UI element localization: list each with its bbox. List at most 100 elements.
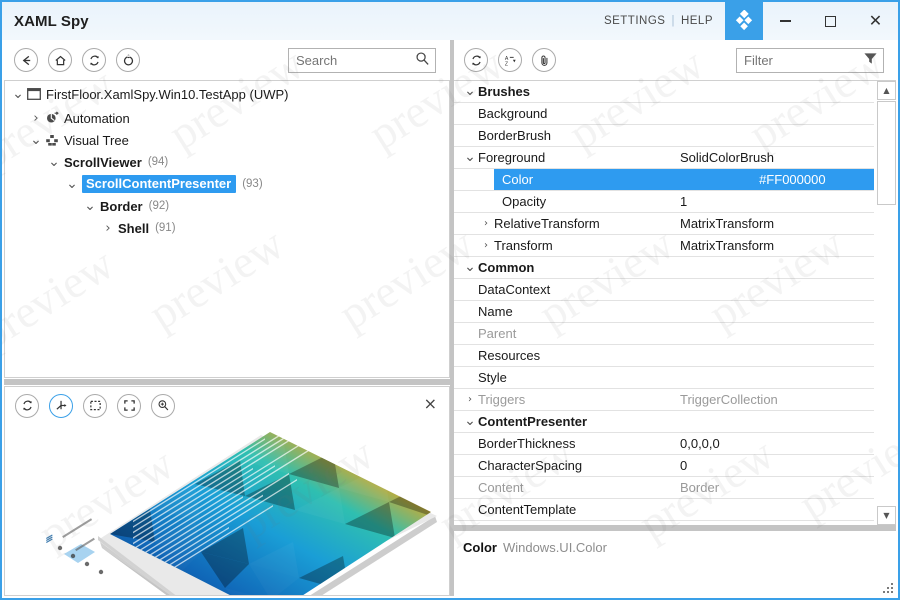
filter-box bbox=[736, 47, 884, 73]
chevron-right-icon[interactable]: › bbox=[29, 111, 43, 126]
home-button[interactable] bbox=[48, 48, 72, 72]
tree-node-automation[interactable]: › Automation bbox=[5, 107, 449, 129]
target-icon bbox=[123, 54, 133, 66]
refresh-icon bbox=[89, 55, 99, 65]
chevron-down-icon[interactable]: ⌄ bbox=[462, 414, 478, 428]
tree-node-firstfloorxamlspywin10testapp[interactable]: ⌄ FirstFloor.XamlSpy.Win10.TestApp (UWP) bbox=[5, 81, 449, 107]
title-menu: SETTINGS | HELP bbox=[604, 2, 725, 40]
isometric-app-render bbox=[46, 432, 437, 595]
chevron-down-icon[interactable]: ⌄ bbox=[29, 133, 43, 147]
property-row[interactable]: BorderBrush bbox=[454, 125, 874, 147]
property-row[interactable]: Name bbox=[454, 301, 874, 323]
property-row[interactable]: Style bbox=[454, 367, 874, 389]
properties-grid[interactable]: ⌄ Brushes Background BorderBrush ⌄ Foreground… bbox=[454, 80, 896, 525]
property-row[interactable]: › RelativeTransform MatrixTransform bbox=[454, 213, 874, 235]
close-button[interactable]: ✕ bbox=[853, 2, 898, 40]
svg-text:Z: Z bbox=[504, 61, 507, 67]
property-row[interactable]: ⌄ Foreground SolidColorBrush bbox=[454, 147, 874, 169]
property-row[interactable]: ⌄ ContentPresenter bbox=[454, 411, 874, 433]
preview-canvas[interactable] bbox=[5, 424, 449, 595]
visual-tree[interactable]: ⌄ FirstFloor.XamlSpy.Win10.TestApp (UWP) ›… bbox=[4, 80, 450, 378]
props-attach-button[interactable] bbox=[532, 48, 556, 72]
tree-node-label: ScrollContentPresenter bbox=[82, 175, 237, 193]
chevron-right-icon[interactable]: › bbox=[462, 394, 478, 405]
property-row[interactable]: Content Border bbox=[454, 477, 874, 499]
maximize-button[interactable] bbox=[808, 2, 853, 40]
xaml-spy-logo-icon bbox=[725, 2, 763, 40]
tree-node-scrollcontentpresenter[interactable]: ⌄ ScrollContentPresenter (93) bbox=[5, 173, 449, 195]
scrollbar-thumb[interactable] bbox=[877, 101, 896, 205]
props-sort-button[interactable]: A Z bbox=[498, 48, 522, 72]
property-value: MatrixTransform bbox=[680, 238, 775, 253]
property-value: SolidColorBrush bbox=[680, 150, 774, 165]
property-row[interactable]: ⌄ Common bbox=[454, 257, 874, 279]
scroll-down-button[interactable]: ▼ bbox=[877, 506, 896, 525]
title-bar-right: SETTINGS | HELP ✕ bbox=[604, 2, 898, 40]
preview-select-button[interactable] bbox=[83, 393, 107, 418]
preview-close-button[interactable]: × bbox=[424, 396, 437, 412]
property-row[interactable]: Color #FF000000 bbox=[454, 169, 874, 191]
axes-3d-icon bbox=[55, 400, 67, 410]
property-row[interactable]: ContentTemplate bbox=[454, 499, 874, 521]
chevron-down-icon[interactable]: ⌄ bbox=[11, 87, 25, 101]
tree-node-label: Visual Tree bbox=[64, 132, 129, 148]
chevron-right-icon[interactable]: › bbox=[101, 221, 115, 236]
tree-node-count: (91) bbox=[155, 222, 176, 234]
props-refresh-button[interactable] bbox=[464, 48, 488, 72]
tree-node-count: (92) bbox=[148, 200, 170, 212]
property-name: CharacterSpacing bbox=[478, 458, 583, 473]
property-row[interactable]: Parent bbox=[454, 323, 874, 345]
chevron-down-icon[interactable]: ⌄ bbox=[462, 150, 478, 164]
property-row[interactable]: Background bbox=[454, 103, 874, 125]
settings-link[interactable]: SETTINGS bbox=[604, 15, 666, 27]
horizontal-splitter[interactable] bbox=[4, 379, 450, 385]
back-button[interactable] bbox=[14, 48, 38, 72]
properties-toolbar: A Z bbox=[454, 40, 896, 80]
property-row[interactable]: Opacity 1 bbox=[454, 191, 874, 213]
chevron-down-icon[interactable]: ⌄ bbox=[83, 199, 97, 213]
property-name: Common bbox=[478, 260, 535, 275]
preview-refresh-button[interactable] bbox=[15, 393, 39, 418]
property-value: MatrixTransform bbox=[680, 216, 775, 231]
property-value: TriggerCollection bbox=[680, 392, 778, 407]
tree-node-shell[interactable]: › Shell (91) bbox=[5, 217, 449, 239]
preview-zoom-button[interactable] bbox=[151, 393, 175, 418]
property-row[interactable]: › Triggers TriggerCollection bbox=[454, 389, 874, 411]
scrollbar-track[interactable] bbox=[877, 205, 896, 505]
property-row[interactable]: › Transform MatrixTransform bbox=[454, 235, 874, 257]
help-link[interactable]: HELP bbox=[681, 15, 713, 27]
scroll-up-button[interactable]: ▲ bbox=[877, 81, 896, 100]
property-row[interactable]: CharacterSpacing 0 bbox=[454, 455, 874, 477]
property-name: Foreground bbox=[478, 150, 546, 165]
tree-node-visual[interactable]: ⌄ Visual Tree bbox=[5, 129, 449, 151]
window-icon bbox=[27, 88, 41, 100]
chevron-down-icon[interactable]: ⌄ bbox=[462, 260, 478, 274]
chevron-right-icon[interactable]: › bbox=[478, 240, 494, 251]
minimize-button[interactable] bbox=[763, 2, 808, 40]
status-property-name: Color bbox=[463, 540, 497, 555]
tree-node-scrollviewer[interactable]: ⌄ ScrollViewer (94) bbox=[5, 151, 449, 173]
tree-node-border[interactable]: ⌄ Border (92) bbox=[5, 195, 449, 217]
preview-fullscreen-button[interactable] bbox=[117, 393, 141, 418]
property-row[interactable]: ⌄ Brushes bbox=[454, 81, 874, 103]
target-button[interactable] bbox=[116, 48, 140, 72]
property-row[interactable]: BorderThickness 0,0,0,0 bbox=[454, 433, 874, 455]
chevron-down-icon[interactable]: ⌄ bbox=[47, 155, 61, 169]
refresh-icon bbox=[471, 55, 481, 65]
property-name: Parent bbox=[478, 326, 517, 341]
preview-3d-button[interactable] bbox=[49, 393, 73, 418]
chevron-down-icon[interactable]: ⌄ bbox=[65, 177, 79, 191]
chevron-right-icon[interactable]: › bbox=[478, 218, 494, 229]
refresh-button[interactable] bbox=[82, 48, 106, 72]
filter-input[interactable] bbox=[736, 47, 884, 73]
chevron-down-icon[interactable]: ⌄ bbox=[462, 84, 478, 98]
property-name: Resources bbox=[478, 348, 541, 363]
resize-grip[interactable] bbox=[882, 582, 893, 593]
property-value: 1 bbox=[680, 194, 688, 209]
search-input[interactable] bbox=[288, 47, 436, 73]
properties-scrollbar[interactable]: ▲ ▼ bbox=[874, 81, 896, 525]
property-row[interactable]: DataContext bbox=[454, 279, 874, 301]
property-row[interactable]: Resources bbox=[454, 345, 874, 367]
property-value: #FF000000 bbox=[759, 172, 826, 187]
preview-pane: × bbox=[4, 386, 450, 596]
